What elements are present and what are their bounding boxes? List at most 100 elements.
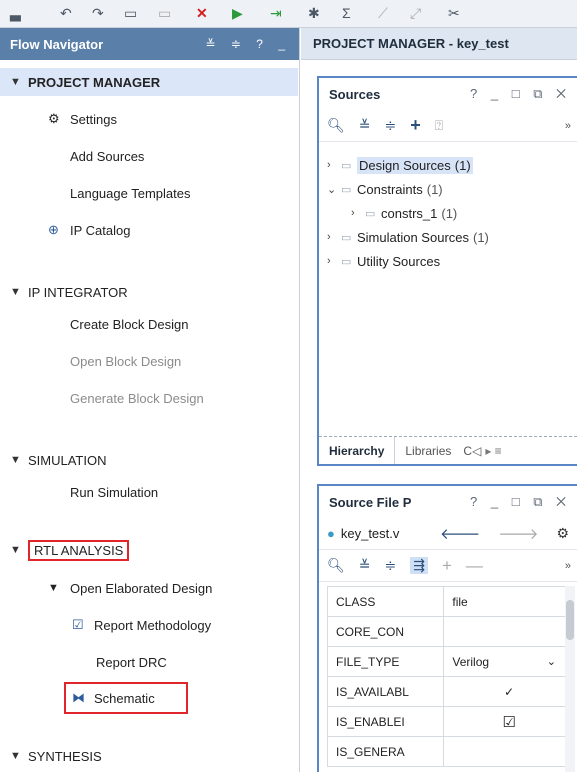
sigma-icon[interactable]: Σ — [342, 6, 351, 20]
prop-key: CLASS — [326, 586, 445, 617]
chevron-down-icon[interactable]: ▼ — [10, 454, 28, 466]
nav-settings[interactable]: ⚙ Settings — [48, 108, 117, 130]
table-row[interactable]: IS_GENERA — [326, 736, 567, 767]
step-icon[interactable]: ⇥ — [270, 6, 282, 20]
chevron-down-icon[interactable]: ▼ — [10, 76, 28, 88]
table-row[interactable]: CLASS file — [326, 586, 567, 617]
tree-row-simulation-sources[interactable]: › ▭ Simulation Sources (1) — [327, 226, 489, 248]
settings-icon[interactable]: ✱ — [308, 6, 320, 20]
wrench-icon[interactable]: ✂ — [448, 6, 460, 20]
dash-icon[interactable]: ⟋ — [378, 6, 388, 20]
file-status-icon: ● — [327, 526, 335, 541]
add-icon[interactable]: + — [410, 115, 421, 136]
help-icon[interactable]: ⍰ — [435, 117, 443, 134]
overflow-icon[interactable]: » — [565, 560, 571, 572]
nav-add-sources[interactable]: Add Sources — [70, 145, 144, 167]
sources-toolbar: 🔍︎ ≚ ≑ + ⍰ » — [319, 110, 577, 142]
expand-all-icon[interactable]: ≑ — [385, 117, 397, 134]
chevron-down-icon[interactable]: ⌄ — [327, 183, 341, 196]
collapse-all-icon[interactable]: ≚ — [359, 117, 371, 134]
back-arrow-icon[interactable]: 🡐 — [440, 524, 480, 543]
undo-icon[interactable]: ↶ — [60, 6, 72, 20]
remove-icon[interactable]: — — [466, 556, 483, 576]
section-ip-integrator[interactable]: ▼ IP INTEGRATOR — [0, 278, 298, 306]
section-label: RTL ANALYSIS — [28, 539, 130, 561]
prop-value-checkbox[interactable]: ☑ — [443, 706, 567, 737]
group-icon[interactable]: ⇶ — [410, 557, 428, 574]
delete-icon[interactable]: ✕ — [196, 6, 208, 20]
chevron-right-icon[interactable]: › — [327, 159, 341, 171]
prop-value[interactable] — [443, 736, 567, 767]
expand-all-icon[interactable]: ≑ — [385, 557, 397, 574]
nav-item-label: Report DRC — [96, 654, 167, 670]
nav-open-elaborated-design[interactable]: ▼ Open Elaborated Design — [48, 577, 212, 599]
nav-item-label: Open Elaborated Design — [70, 580, 213, 596]
table-row[interactable]: CORE_CON — [326, 616, 567, 647]
nav-item-label: Open Block Design — [70, 353, 182, 369]
nav-language-templates[interactable]: Language Templates — [70, 182, 190, 204]
prop-value[interactable]: ✓ — [443, 676, 567, 707]
tree-row-utility-sources[interactable]: › ▭ Utility Sources — [327, 250, 444, 272]
tree-row-constrs-1[interactable]: › ▭ constrs_1 (1) — [351, 202, 457, 224]
chevron-down-icon[interactable]: ▼ — [48, 582, 70, 594]
section-project-manager[interactable]: ▼ PROJECT MANAGER — [0, 68, 298, 96]
panel-controls[interactable]: ? _ □ ⧉ ✕ — [470, 86, 571, 102]
nav-generate-block-design[interactable]: Generate Block Design — [70, 387, 204, 409]
table-row[interactable]: IS_ENABLEI ☑ — [326, 706, 567, 737]
properties-scrollbar[interactable] — [565, 586, 575, 772]
nav-item-label: Create Block Design — [70, 316, 189, 332]
section-simulation[interactable]: ▼ SIMULATION — [0, 446, 298, 474]
tree-label: Constraints — [357, 181, 423, 197]
menu-icon[interactable]: ▃ — [10, 6, 21, 20]
tree-row-design-sources[interactable]: › ▭ Design Sources (1) — [327, 154, 473, 176]
prop-key: IS_AVAILABL — [326, 676, 445, 707]
fullscreen-icon[interactable]: ⤢ — [410, 6, 421, 20]
gear-icon[interactable]: ⚙ — [556, 525, 569, 542]
overflow-icon[interactable]: » — [565, 120, 571, 132]
paste-icon[interactable]: ▭ — [158, 6, 171, 20]
copy-icon[interactable]: ▭ — [124, 6, 137, 20]
nav-create-block-design[interactable]: Create Block Design — [70, 313, 189, 335]
properties-table: CLASS file CORE_CON FILE_TYPE Verilog ⌄ IS_… — [326, 586, 567, 767]
section-rtl-analysis[interactable]: ▼ RTL ANALYSIS — [0, 536, 298, 564]
chevron-down-icon[interactable]: ▼ — [10, 544, 28, 556]
nav-schematic[interactable]: ⧓ Schematic — [64, 682, 188, 714]
redo-icon[interactable]: ↷ — [92, 6, 104, 20]
collapse-all-icon[interactable]: ≚ — [359, 557, 371, 574]
scrollbar-thumb[interactable] — [566, 600, 574, 640]
tab-hierarchy[interactable]: Hierarchy — [319, 437, 396, 464]
nav-item-label: IP Catalog — [70, 222, 131, 238]
forward-arrow-icon[interactable]: 🡒 — [498, 524, 538, 543]
section-synthesis[interactable]: ▼ SYNTHESIS — [0, 742, 298, 770]
navigator-controls[interactable]: ≚ ≑ ? _ — [206, 37, 291, 51]
nav-report-drc[interactable]: Report DRC — [96, 651, 167, 673]
folder-icon: ▭ — [341, 255, 352, 268]
run-icon[interactable]: ▶ — [232, 6, 243, 20]
panel-controls[interactable]: ? _ □ ⧉ ✕ — [470, 494, 571, 510]
nav-open-block-design[interactable]: Open Block Design — [70, 350, 181, 372]
chevron-right-icon[interactable]: › — [351, 207, 365, 219]
prop-value[interactable]: file — [443, 586, 567, 617]
prop-value[interactable] — [443, 616, 567, 647]
prop-key: CORE_CON — [326, 616, 445, 647]
chevron-down-icon[interactable]: ▼ — [10, 286, 28, 298]
tab-compile-order[interactable]: C◁ — [461, 444, 483, 458]
nav-run-simulation[interactable]: Run Simulation — [70, 481, 158, 503]
chevron-down-icon[interactable]: ▼ — [10, 750, 28, 762]
nav-report-methodology[interactable]: ☑ Report Methodology — [72, 614, 211, 636]
add-icon[interactable]: + — [442, 556, 452, 576]
tree-row-constraints[interactable]: ⌄ ▭ Constraints (1) — [327, 178, 443, 200]
prop-key: FILE_TYPE — [326, 646, 445, 677]
table-row[interactable]: FILE_TYPE Verilog ⌄ — [326, 646, 567, 677]
nav-ip-catalog[interactable]: ⊕ IP Catalog — [48, 219, 130, 241]
search-icon[interactable]: 🔍︎ — [327, 117, 345, 134]
chevron-down-icon[interactable]: ⌄ — [547, 655, 556, 668]
search-icon[interactable]: 🔍︎ — [327, 557, 345, 574]
section-label: PROJECT MANAGER — [28, 74, 161, 90]
file-type-select[interactable]: Verilog ⌄ — [443, 646, 567, 677]
chevron-right-icon[interactable]: › — [327, 231, 341, 243]
table-row[interactable]: IS_AVAILABL ✓ — [326, 676, 567, 707]
tab-scroll-right-icon[interactable]: ▸ ≡ — [485, 444, 501, 458]
chevron-right-icon[interactable]: › — [327, 255, 341, 267]
tab-libraries[interactable]: Libraries — [395, 444, 461, 458]
